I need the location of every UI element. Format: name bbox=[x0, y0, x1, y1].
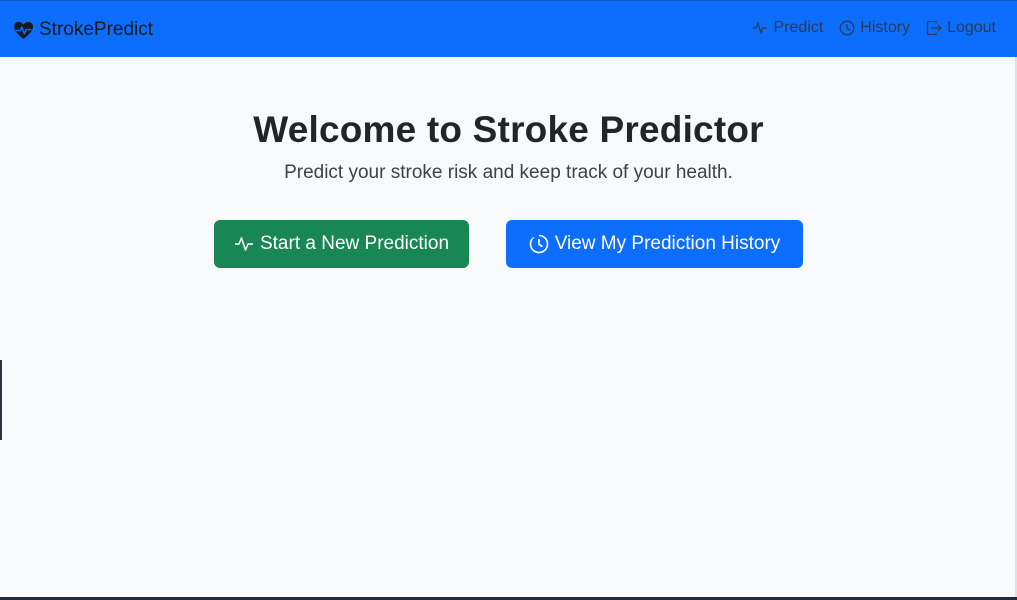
clock-icon bbox=[839, 20, 855, 36]
window-edge bbox=[0, 360, 2, 440]
nav-item-logout[interactable]: Logout bbox=[926, 19, 996, 37]
main-content: Welcome to Stroke Predictor Predict your… bbox=[0, 57, 1017, 597]
navbar: StrokePredict Predict History Logout bbox=[0, 0, 1017, 57]
nav-item-history[interactable]: History bbox=[839, 19, 910, 37]
clock-history-icon bbox=[529, 234, 549, 254]
activity-icon bbox=[234, 235, 254, 253]
start-prediction-button[interactable]: Start a New Prediction bbox=[214, 220, 469, 268]
nav-links: Predict History Logout bbox=[752, 19, 996, 37]
page-title: Welcome to Stroke Predictor bbox=[253, 109, 764, 150]
nav-item-predict[interactable]: Predict bbox=[752, 19, 823, 37]
page-subtitle: Predict your stroke risk and keep track … bbox=[284, 162, 733, 183]
activity-icon bbox=[752, 20, 768, 36]
nav-item-logout-label: Logout bbox=[947, 19, 996, 36]
brand-link[interactable]: StrokePredict bbox=[13, 19, 153, 41]
start-prediction-label: Start a New Prediction bbox=[259, 233, 450, 254]
view-history-label: View My Prediction History bbox=[554, 233, 781, 254]
brand-label: StrokePredict bbox=[39, 19, 154, 40]
nav-item-history-label: History bbox=[860, 19, 911, 36]
view-history-button[interactable]: View My Prediction History bbox=[506, 220, 803, 268]
logout-icon bbox=[926, 20, 942, 36]
nav-item-predict-label: Predict bbox=[773, 19, 824, 36]
heart-pulse-icon bbox=[13, 21, 34, 40]
